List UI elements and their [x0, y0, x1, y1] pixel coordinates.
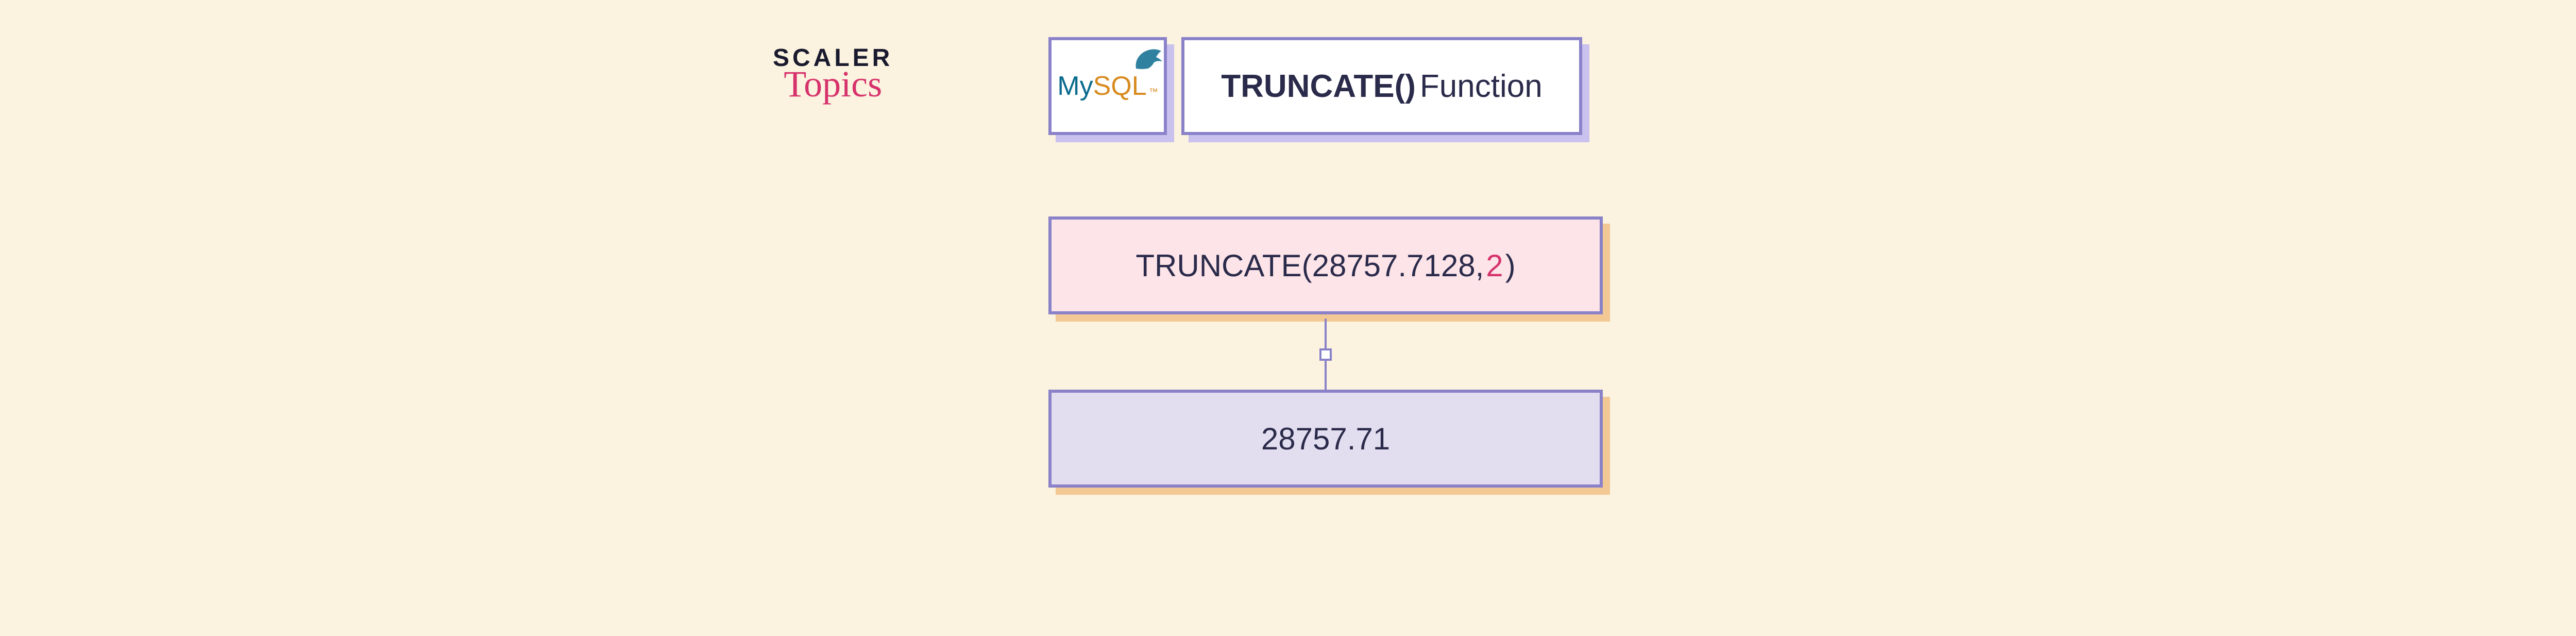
- title-function-name: TRUNCATE(): [1221, 68, 1416, 105]
- connector-node: [1319, 348, 1332, 361]
- mysql-logo: MySQL™: [1057, 71, 1158, 102]
- mysql-badge: MySQL™: [1048, 37, 1167, 135]
- mysql-text-sql: SQL: [1093, 71, 1147, 102]
- connector: [1323, 319, 1329, 391]
- comma: ,: [1476, 248, 1484, 283]
- func-name: TRUNCATE(: [1136, 248, 1312, 283]
- brand-sub: Topics: [773, 63, 893, 106]
- mysql-text-my: My: [1057, 71, 1093, 102]
- close-paren: ): [1505, 248, 1516, 283]
- connector-line-top: [1325, 319, 1327, 348]
- diagram-canvas: SCALER Topics MySQL™ TRUNCATE() Function…: [0, 0, 2576, 636]
- arg1: 28757.7128: [1312, 248, 1476, 283]
- output-value: 28757.71: [1261, 421, 1390, 457]
- brand-logo: SCALER Topics: [773, 44, 893, 106]
- mysql-tm: ™: [1149, 87, 1158, 97]
- title-box: TRUNCATE() Function: [1181, 37, 1582, 135]
- input-expression-box: TRUNCATE(28757.7128, 2): [1048, 216, 1603, 314]
- title-function-word: Function: [1420, 68, 1543, 105]
- dolphin-icon: [1133, 48, 1164, 71]
- connector-line-bottom: [1325, 361, 1327, 391]
- output-result-box: 28757.71: [1048, 390, 1603, 488]
- header-row: MySQL™ TRUNCATE() Function: [1048, 37, 1582, 135]
- arg2: 2: [1486, 248, 1503, 283]
